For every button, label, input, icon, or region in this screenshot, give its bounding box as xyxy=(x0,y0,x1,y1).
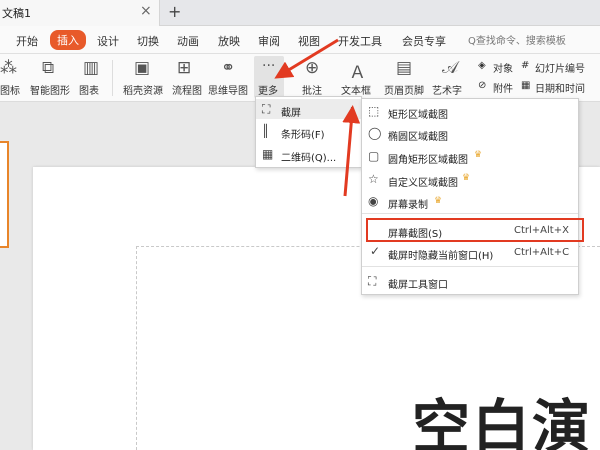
annotation-arrows xyxy=(274,38,361,197)
arrow-to-screenshot xyxy=(342,105,361,197)
arrow-to-more xyxy=(274,38,339,79)
